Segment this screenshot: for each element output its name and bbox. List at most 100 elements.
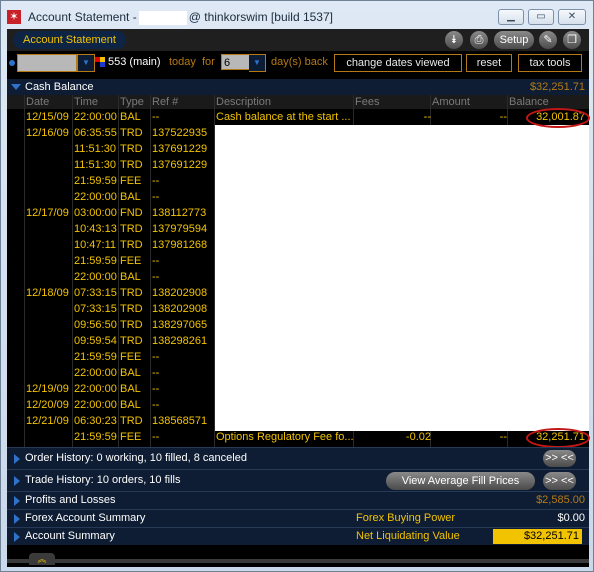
cell-type: TRD [120,143,143,155]
status-dot-icon [9,60,15,66]
change-dates-button[interactable]: change dates viewed [334,54,462,72]
cell-type: TRD [120,127,143,139]
table-row[interactable]: 21:59:59 FEE -- Options Regulatory Fee fo..… [7,429,589,445]
trade-history-expand-button[interactable]: >> << [543,472,576,490]
col-ref[interactable]: Ref # [152,96,178,108]
col-type[interactable]: Type [120,96,144,108]
table-row[interactable]: 22:00:00 BAL -- [7,365,589,381]
forex-summary-label: Forex Account Summary [25,512,146,524]
print-button[interactable]: ⎙ [470,31,488,49]
cell-ref: 138202908 [152,287,208,299]
table-row[interactable]: 12/21/09 06:30:23 TRD 138568571 [7,413,589,429]
cell-ref: 138568571 [152,415,208,427]
account-statement-window: ✶ Account Statement - @ thinkorswim [buil… [0,0,594,572]
cell-ref: 138298261 [152,335,208,347]
cell-desc: Options Regulatory Fee fo... [216,431,354,443]
maximize-button[interactable]: ▭ [528,9,554,25]
days-input[interactable]: 6 [221,54,249,70]
pin-button[interactable]: ✎ [539,31,557,49]
table-row[interactable]: 12/20/09 22:00:00 BAL -- [7,397,589,413]
table-row[interactable]: 11:51:30 TRD 137691229 [7,157,589,173]
cell-type: BAL [120,111,141,123]
account-dropdown-button[interactable]: ▼ [77,54,95,72]
cell-date: 12/19/09 [26,383,69,395]
col-balance[interactable]: Balance [509,96,549,108]
reset-button[interactable]: reset [466,54,512,72]
table-row[interactable]: 21:59:59 FEE -- [7,173,589,189]
order-history-expand-button[interactable]: >> << [543,450,576,467]
cell-type: TRD [120,335,143,347]
table-row[interactable]: 11:51:30 TRD 137691229 [7,141,589,157]
collapsed-triangle-icon [14,496,20,506]
table-row[interactable]: 10:43:13 TRD 137979594 [7,221,589,237]
table-row[interactable]: 21:59:59 FEE -- [7,349,589,365]
cell-ref: -- [152,351,160,363]
cell-type: TRD [120,159,143,171]
col-date[interactable]: Date [26,96,49,108]
view-average-fill-prices-button[interactable]: View Average Fill Prices [386,472,535,490]
profits-losses-section[interactable]: Profits and Losses $2,585.00 [7,491,589,509]
col-description[interactable]: Description [216,96,271,108]
cell-amount: -- [499,111,507,123]
table-row[interactable]: 09:59:54 TRD 138298261 [7,333,589,349]
cell-ref: 137979594 [152,223,208,235]
cell-desc: Cash balance at the start ... [216,111,351,123]
cell-fees: -0.02 [405,431,431,443]
tax-tools-button[interactable]: tax tools [518,54,582,72]
forex-buying-power-label: Forex Buying Power [356,512,456,524]
cash-balance-header[interactable]: Cash Balance $32,251.71 [7,79,589,95]
annotation-circle-start-balance [526,108,590,128]
days-dropdown-button[interactable]: ▼ [249,54,266,72]
table-row[interactable]: 12/18/09 07:33:15 TRD 138202908 [7,285,589,301]
cash-balance-table: Date Time Type Ref # Description Fees Am… [7,95,590,448]
cell-date: 12/16/09 [26,127,69,139]
cell-type: BAL [120,399,141,411]
table-row[interactable]: 07:33:15 TRD 138202908 [7,301,589,317]
col-amount[interactable]: Amount [432,96,470,108]
table-row[interactable]: 21:59:59 FEE -- [7,253,589,269]
account-select-input[interactable] [17,54,77,72]
table-row[interactable]: 12/17/09 03:00:00 FND 138112773 [7,205,589,221]
cell-type: FEE [120,351,142,363]
table-row[interactable]: 22:00:00 BAL -- [7,269,589,285]
minimize-button[interactable]: ▁ [498,9,524,25]
cell-time: 22:00:00 [74,383,117,395]
profits-losses-value: $2,585.00 [536,494,585,506]
cell-ref: -- [152,191,160,203]
table-row[interactable]: 22:00:00 BAL -- [7,189,589,205]
table-row[interactable]: 12/16/09 06:35:55 TRD 137522935 [7,125,589,141]
collapsed-triangle-icon [14,476,20,486]
cash-balance-total: $32,251.71 [529,81,585,93]
account-summary-section[interactable]: Account Summary Net Liquidating Value $3… [7,527,589,545]
expand-panel-button[interactable]: ︽ [29,553,55,565]
collapse-button[interactable]: ⯯ [445,31,463,49]
cell-time: 21:59:59 [74,175,117,187]
cell-type: FND [120,207,143,219]
minimize-icon: ▁ [507,11,515,22]
annotation-circle-end-balance [526,428,590,448]
cell-time: 22:00:00 [74,191,117,203]
order-history-section[interactable]: Order History: 0 working, 10 filled, 8 c… [7,447,589,469]
cell-time: 22:00:00 [74,111,117,123]
cell-time: 07:33:15 [74,303,117,315]
net-liquidating-value-label: Net Liquidating Value [356,530,460,542]
table-row[interactable]: 09:56:50 TRD 138297065 [7,317,589,333]
today-link[interactable]: today [169,56,196,68]
window-title: Account Statement - @ thinkorswim [build … [28,10,333,25]
trade-history-section[interactable]: Trade History: 10 orders, 10 fills View … [7,469,589,491]
cell-time: 22:00:00 [74,399,117,411]
cell-ref: 138297065 [152,319,208,331]
detach-button[interactable]: ❐ [563,31,581,49]
close-button[interactable]: ✕ [558,9,586,25]
setup-button[interactable]: Setup [494,31,534,49]
cell-time: 22:00:00 [74,367,117,379]
cell-fees: -- [423,111,431,123]
table-row[interactable]: 10:47:11 TRD 137981268 [7,237,589,253]
tab-account-statement[interactable]: Account Statement [13,31,126,49]
expanded-triangle-icon [11,84,21,90]
table-row[interactable]: 12/19/09 22:00:00 BAL -- [7,381,589,397]
col-fees[interactable]: Fees [355,96,379,108]
forex-summary-section[interactable]: Forex Account Summary Forex Buying Power… [7,509,589,527]
table-row[interactable]: 12/15/09 22:00:00 BAL -- Cash balance at the… [7,109,589,125]
col-time[interactable]: Time [74,96,98,108]
